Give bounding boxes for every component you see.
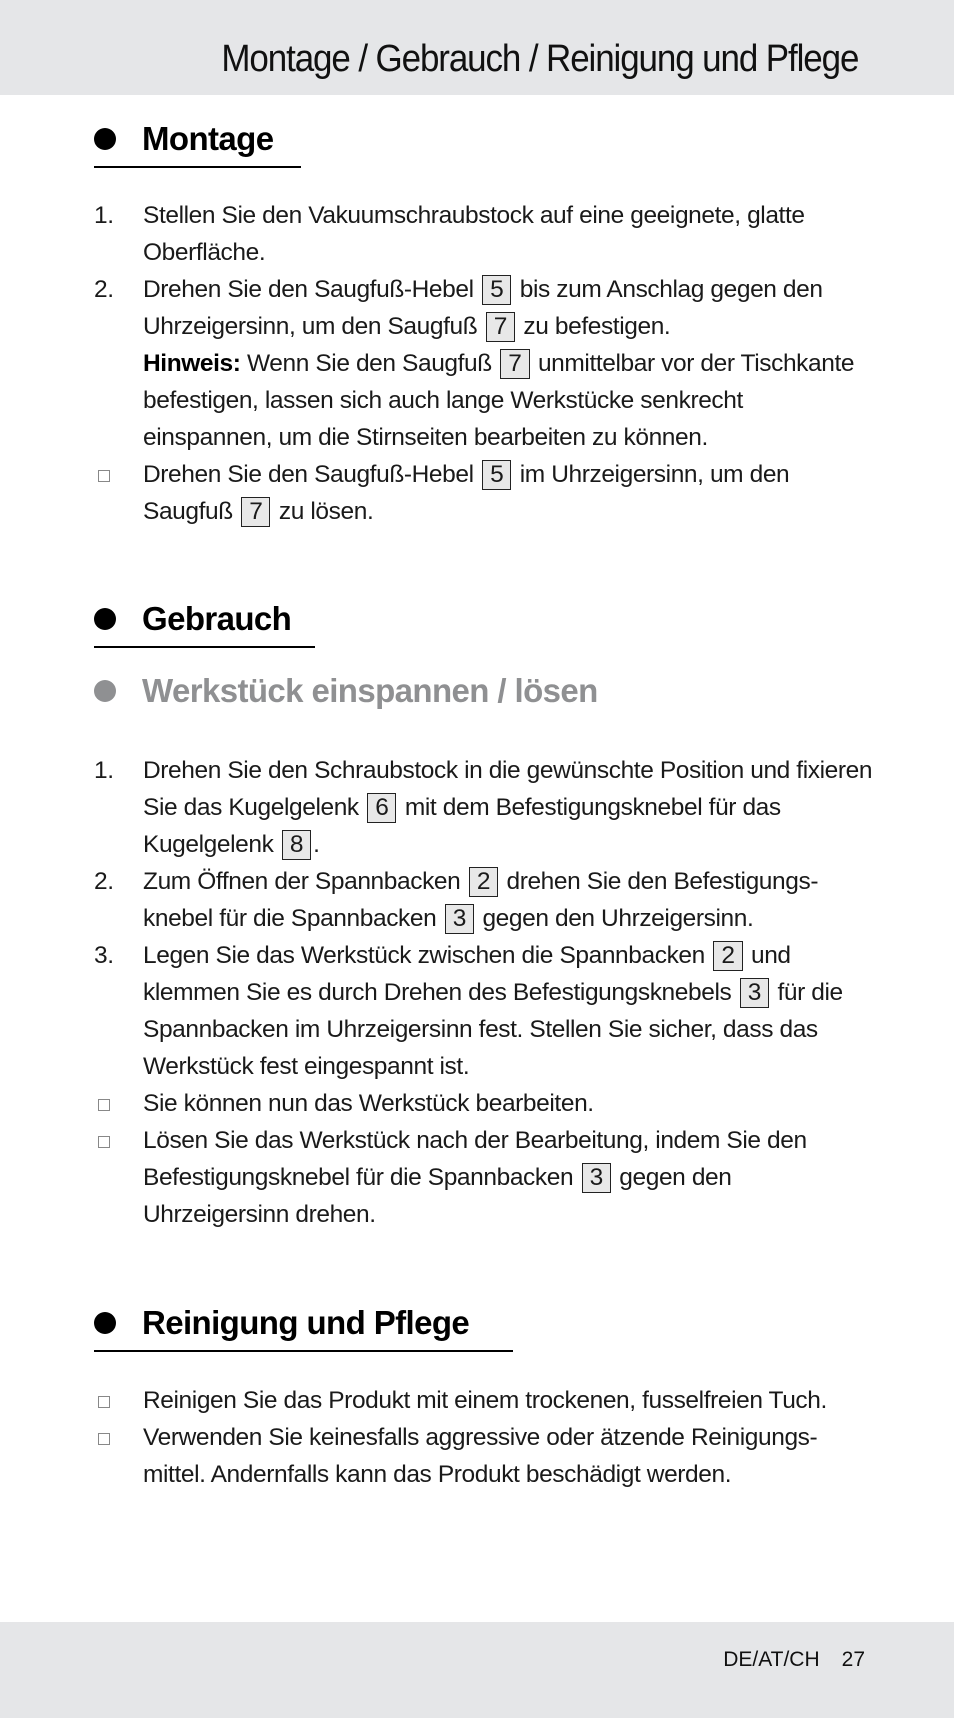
item-text: .	[313, 831, 320, 858]
heading-text: Gebrauch	[142, 600, 292, 637]
section-heading-gebrauch: Gebrauch	[94, 600, 315, 648]
list-item: Sie können nun das Werkstück bearbeiten.	[94, 1085, 874, 1122]
item-text: zu befestigen.	[523, 313, 671, 340]
bullet-icon	[94, 1312, 116, 1334]
checkbox-square-icon	[98, 1099, 110, 1111]
heading-text: Reinigung und Pflege	[142, 1304, 470, 1341]
part-reference: 5	[482, 275, 512, 305]
checkbox-square-icon	[98, 1433, 110, 1445]
heading-text: Montage	[142, 120, 274, 157]
gebrauch-list: 1. Drehen Sie den Schraubstock in die ge…	[94, 752, 874, 1233]
subsection-heading-werkstueck: Werkstück einspannen / lösen	[94, 672, 598, 710]
item-text: Drehen Sie den Saugfuß-Hebel	[143, 461, 474, 488]
reinigung-list: Reinigen Sie das Produkt mit einem trock…	[94, 1382, 874, 1493]
part-reference: 7	[500, 349, 530, 379]
list-item: 1. Drehen Sie den Schraubstock in die ge…	[94, 752, 874, 863]
part-reference: 3	[739, 978, 770, 1008]
heading-underline	[94, 646, 315, 648]
part-reference: 8	[281, 830, 312, 860]
bullet-icon	[94, 680, 116, 702]
region-label: DE/AT/CH	[723, 1648, 820, 1671]
part-reference: 5	[482, 460, 512, 490]
page-title: Montage / Gebrauch / Reinigung und Pfleg…	[221, 38, 859, 80]
part-reference: 3	[444, 904, 475, 934]
note-text: Wenn Sie den Saugfuß	[246, 350, 492, 377]
item-text: Verwenden Sie keinesfalls aggressive ode…	[143, 1424, 818, 1488]
part-reference: 2	[713, 941, 743, 971]
item-number: 1.	[94, 757, 114, 784]
item-text: Sie können nun das Werkstück bearbeiten.	[143, 1090, 594, 1117]
part-reference: 7	[241, 497, 271, 527]
item-text: zu lösen.	[278, 498, 374, 525]
list-item: 2. Drehen Sie den Saugfuß-Hebel 5 bis zu…	[94, 271, 874, 456]
item-number: 2.	[94, 868, 114, 895]
part-reference: 2	[468, 867, 499, 897]
part-reference: 3	[581, 1163, 611, 1193]
section-heading-reinigung: Reinigung und Pflege	[94, 1304, 513, 1352]
item-text: Stellen Sie den Vakuumschraubstock auf e…	[143, 202, 805, 266]
item-number: 1.	[94, 202, 114, 229]
checkbox-square-icon	[98, 470, 110, 482]
list-item: 1. Stellen Sie den Vakuumschraubstock au…	[94, 197, 874, 271]
section-heading-montage: Montage	[94, 120, 301, 168]
footer: DE/AT/CH 27	[723, 1648, 865, 1672]
list-item: 2. Zum Öffnen der Spannbacken 2 drehen S…	[94, 863, 874, 937]
montage-list: 1. Stellen Sie den Vakuumschraubstock au…	[94, 197, 874, 530]
checkbox-square-icon	[98, 1136, 110, 1148]
item-number: 2.	[94, 276, 114, 303]
list-item: Reinigen Sie das Produkt mit einem trock…	[94, 1382, 874, 1419]
page-number: 27	[841, 1648, 865, 1671]
heading-underline	[94, 166, 301, 168]
item-text: gegen den Uhrzeigersinn.	[482, 905, 754, 932]
item-text: Legen Sie das Werkstück zwischen die Spa…	[143, 942, 705, 969]
part-reference: 6	[367, 793, 397, 823]
list-item: Drehen Sie den Saugfuß-Hebel 5 im Uhrzei…	[94, 456, 874, 530]
list-item: Lösen Sie das Werkstück nach der Bearbei…	[94, 1122, 874, 1233]
item-number: 3.	[94, 942, 114, 969]
item-text: Reinigen Sie das Produkt mit einem trock…	[143, 1387, 827, 1414]
checkbox-square-icon	[98, 1396, 110, 1408]
item-text: Zum Öffnen der Spannbacken	[143, 868, 461, 895]
list-item: Verwenden Sie keinesfalls aggressive ode…	[94, 1419, 874, 1493]
part-reference: 7	[485, 312, 515, 342]
bullet-icon	[94, 128, 116, 150]
subheading-text: Werkstück einspannen / lösen	[142, 672, 598, 709]
note-label: Hinweis:	[143, 350, 241, 377]
list-item: 3. Legen Sie das Werkstück zwischen die …	[94, 937, 874, 1085]
bullet-icon	[94, 608, 116, 630]
item-text: Drehen Sie den Saugfuß-Hebel	[143, 276, 474, 303]
heading-underline	[94, 1350, 513, 1352]
